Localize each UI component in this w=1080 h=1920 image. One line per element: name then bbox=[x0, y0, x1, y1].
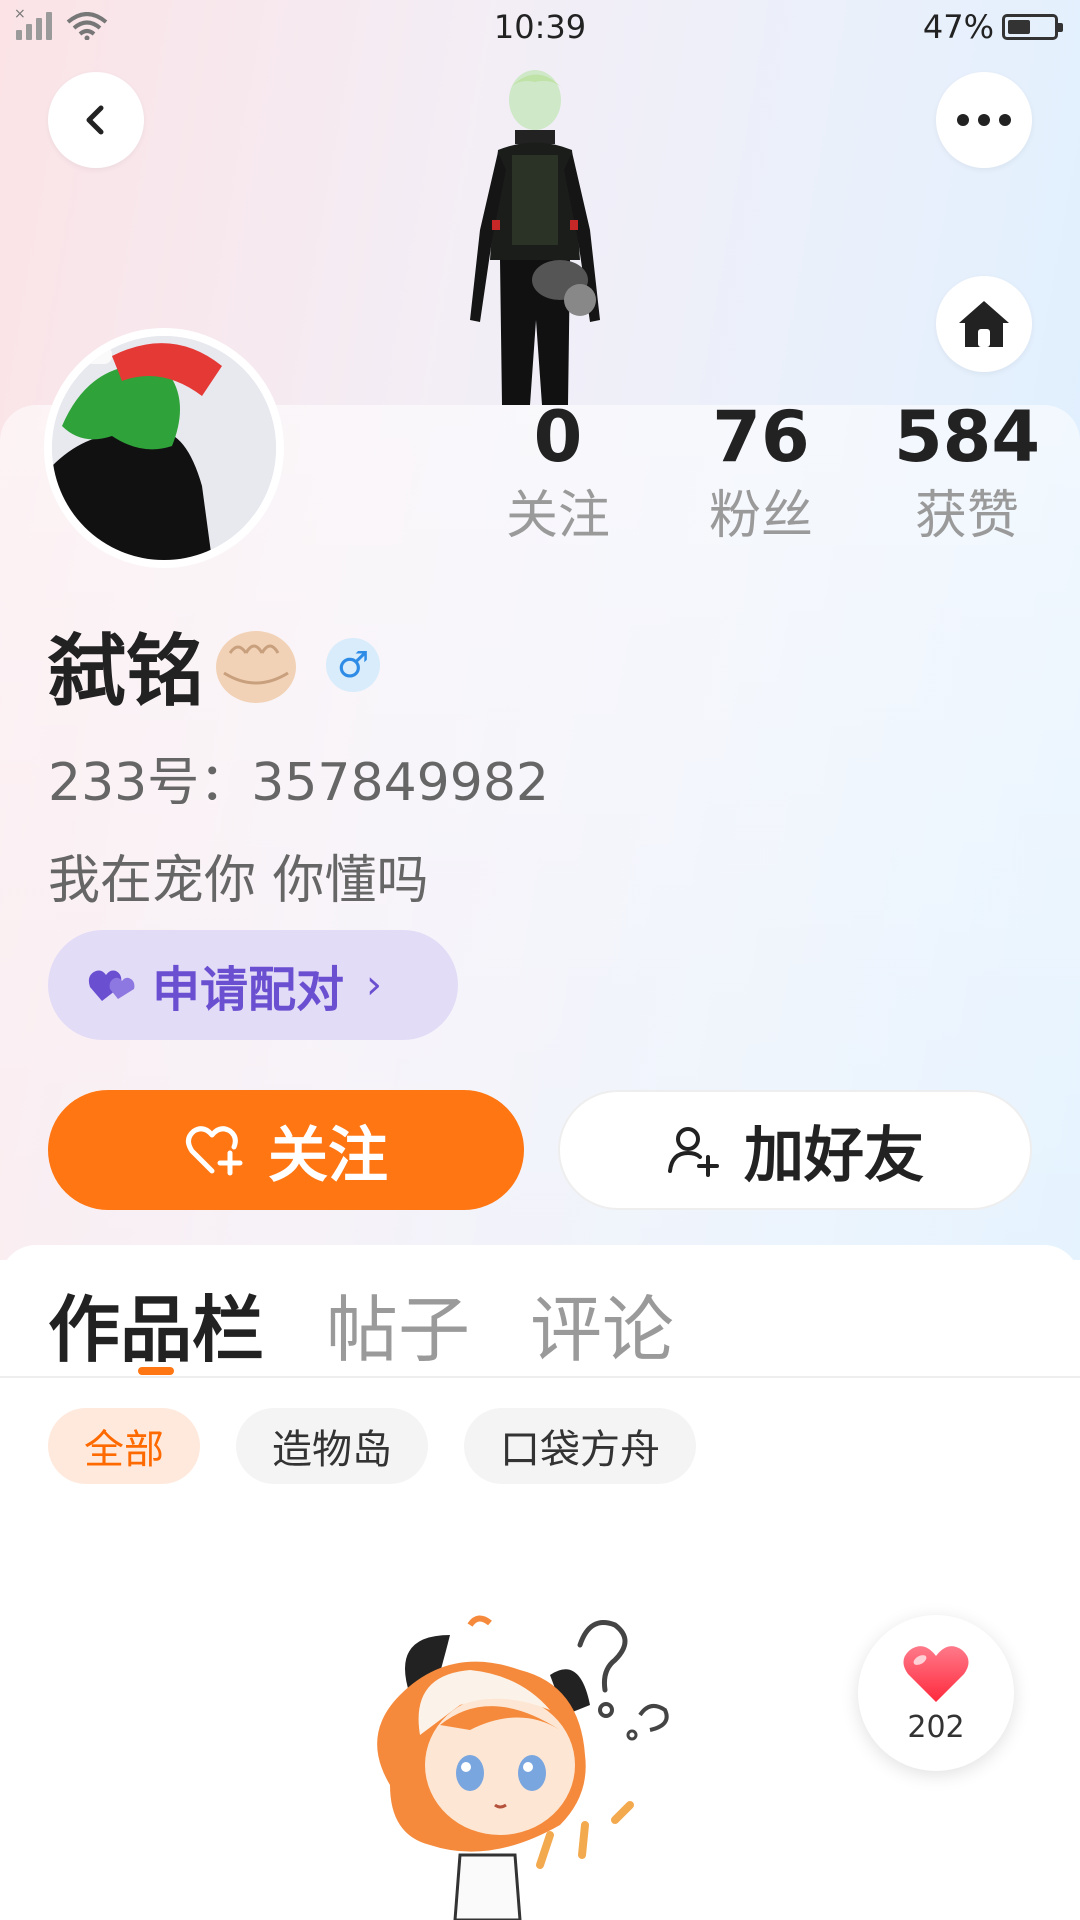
request-pair-label: 申请配对 bbox=[152, 962, 345, 1018]
heart-plus-icon bbox=[186, 1126, 243, 1176]
tab-works[interactable]: 作品栏 bbox=[48, 1271, 264, 1376]
following-count: 0 bbox=[533, 396, 583, 478]
user-bio: 我在宠你 你懂吗 bbox=[48, 851, 429, 911]
followers-label: 粉丝 bbox=[708, 486, 813, 546]
likes-count: 584 bbox=[893, 396, 1041, 478]
user-id: 233号：357849982 bbox=[48, 753, 550, 813]
filter-chip-all[interactable]: 全部 bbox=[48, 1408, 200, 1484]
active-tab-indicator bbox=[138, 1367, 174, 1375]
likes-label: 获赞 bbox=[914, 486, 1019, 546]
add-friend-button[interactable]: 加好友 bbox=[558, 1090, 1032, 1210]
like-float-button[interactable]: 202 bbox=[858, 1615, 1014, 1771]
status-bar: × 10:39 47% bbox=[0, 0, 1080, 56]
more-dots-icon bbox=[957, 114, 1011, 126]
back-button[interactable] bbox=[48, 72, 144, 168]
tab-comments[interactable]: 评论 bbox=[530, 1271, 674, 1376]
avatar-character-figure bbox=[470, 70, 600, 405]
home-button[interactable] bbox=[936, 276, 1032, 372]
back-arrow-icon bbox=[86, 105, 104, 135]
fist-emoji-icon bbox=[216, 631, 297, 703]
request-pair-button[interactable]: 申请配对 › bbox=[48, 930, 458, 1040]
filter-chip-pocket-ark[interactable]: 口袋方舟 bbox=[464, 1408, 696, 1484]
status-time: 10:39 bbox=[493, 8, 587, 46]
heart-icon bbox=[903, 1645, 969, 1702]
tab-posts[interactable]: 帖子 bbox=[326, 1271, 470, 1376]
profile-tabs: 作品栏 帖子 评论 bbox=[0, 1245, 1080, 1378]
username: 弑铭 bbox=[48, 627, 205, 717]
filter-chip-creation-island[interactable]: 造物岛 bbox=[236, 1408, 428, 1484]
filter-chips: 全部 造物岛 口袋方舟 bbox=[48, 1408, 732, 1484]
battery-icon bbox=[1002, 14, 1063, 40]
username-row: 弑铭 ♂ bbox=[48, 615, 381, 717]
gender-male-icon: ♂ bbox=[326, 638, 381, 692]
battery-percent: 47% bbox=[922, 8, 994, 46]
following-label: 关注 bbox=[505, 486, 610, 546]
stat-following[interactable]: 0 关注 bbox=[473, 398, 643, 546]
home-icon bbox=[959, 301, 1009, 347]
avatar[interactable] bbox=[44, 328, 284, 568]
more-button[interactable] bbox=[936, 72, 1032, 168]
stat-followers[interactable]: 76 粉丝 bbox=[676, 398, 846, 546]
like-count: 202 bbox=[907, 1709, 965, 1745]
followers-count: 76 bbox=[712, 396, 810, 478]
add-friend-label: 加好友 bbox=[744, 1120, 924, 1191]
double-heart-icon bbox=[88, 970, 135, 1001]
user-plus-icon bbox=[668, 1127, 719, 1177]
chevron-right-icon: › bbox=[366, 962, 383, 1008]
follow-label: 关注 bbox=[268, 1120, 388, 1191]
follow-button[interactable]: 关注 bbox=[48, 1090, 524, 1210]
avatar-image bbox=[52, 336, 276, 560]
stat-likes[interactable]: 584 获赞 bbox=[882, 398, 1052, 546]
empty-state-illustration bbox=[377, 1615, 669, 1920]
